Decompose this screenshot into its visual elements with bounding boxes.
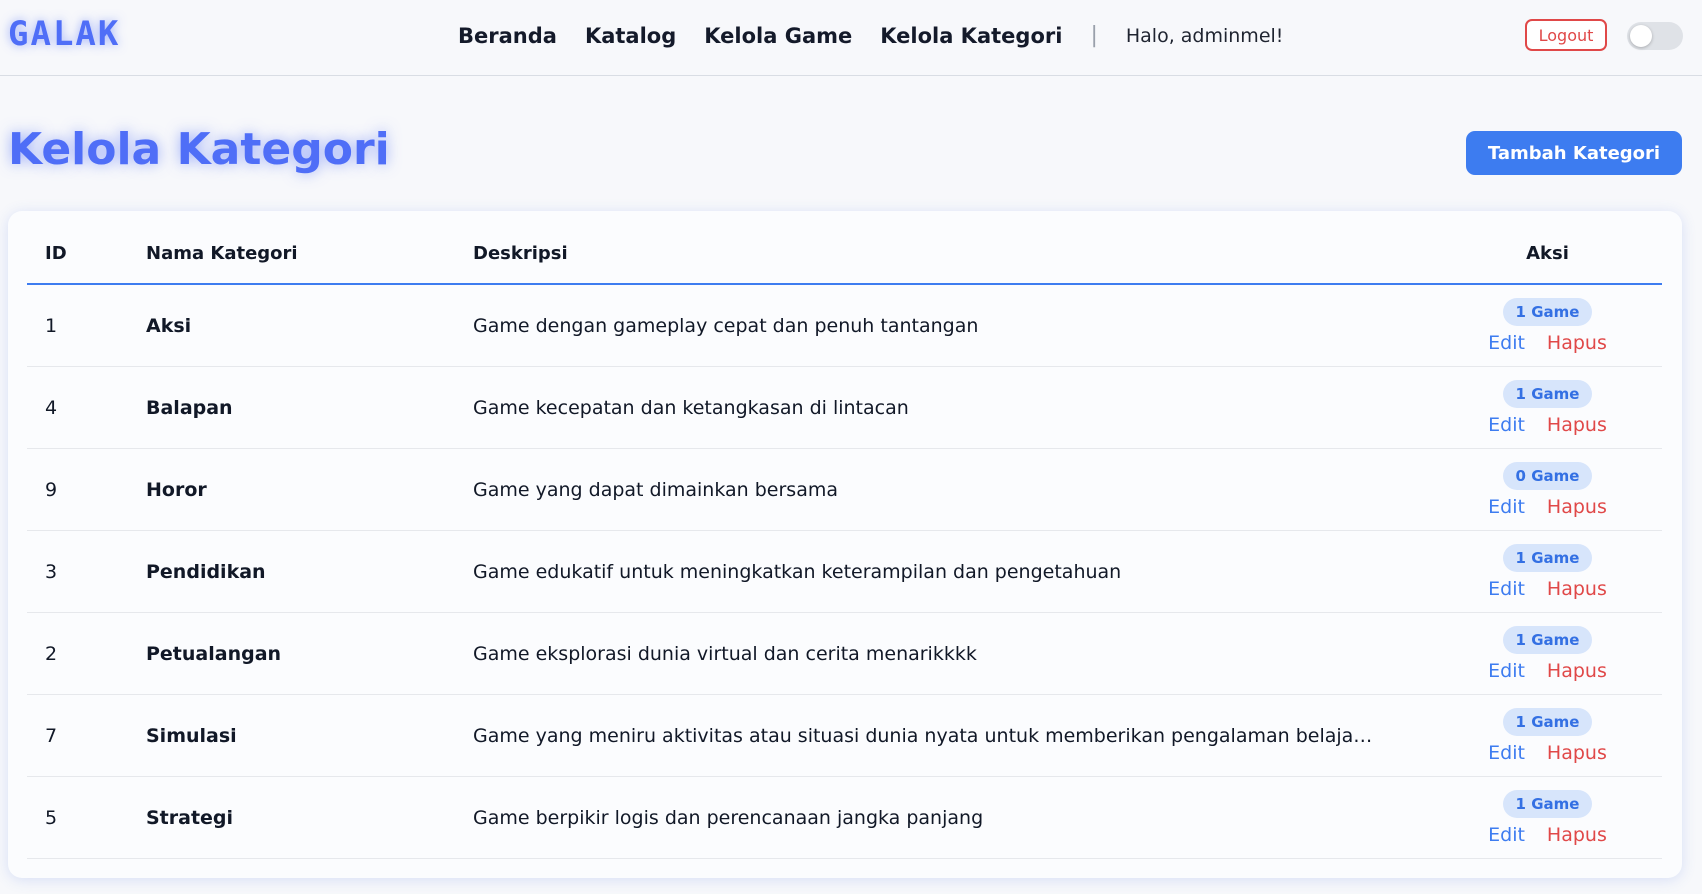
table-row: 7 Simulasi Game yang meniru aktivitas atau… [27, 694, 1662, 777]
navbar: GALAK Beranda Katalog Kelola Game Kelola… [0, 0, 1702, 76]
header-id: ID [27, 223, 146, 285]
edit-link[interactable]: Edit [1488, 496, 1525, 518]
row-id: 5 [27, 776, 146, 859]
header-actions: Aksi [1433, 223, 1662, 285]
row-actions: 1 Game Edit Hapus [1433, 612, 1662, 695]
edit-link[interactable]: Edit [1488, 332, 1525, 354]
table-row: 9 Horor Game yang dapat dimainkan bersama 0… [27, 448, 1662, 531]
row-name: Simulasi [146, 694, 473, 777]
action-links: Edit Hapus [1488, 742, 1607, 764]
row-name: Balapan [146, 366, 473, 449]
table-row: 1 Aksi Game dengan gameplay cepat dan penu… [27, 284, 1662, 367]
game-count-badge: 0 Game [1502, 461, 1593, 490]
action-links: Edit Hapus [1488, 496, 1607, 518]
nav-separator: | [1090, 23, 1098, 48]
action-links: Edit Hapus [1488, 660, 1607, 682]
game-count-badge: 1 Game [1502, 625, 1593, 654]
delete-link[interactable]: Hapus [1547, 824, 1607, 846]
edit-link[interactable]: Edit [1488, 824, 1525, 846]
edit-link[interactable]: Edit [1488, 414, 1525, 436]
action-links: Edit Hapus [1488, 578, 1607, 600]
row-description-cell: Game yang dapat dimainkan bersama [473, 448, 1433, 531]
row-description-cell: Game yang meniru aktivitas atau situasi … [473, 694, 1433, 777]
row-description: Game berpikir logis dan perencanaan jang… [473, 806, 984, 829]
delete-link[interactable]: Hapus [1547, 742, 1607, 764]
row-actions: 0 Game Edit Hapus [1433, 448, 1662, 531]
category-table-card: ID Nama Kategori Deskripsi Aksi 1 Aksi Gam… [8, 211, 1682, 878]
delete-link[interactable]: Hapus [1547, 578, 1607, 600]
actions-wrap: 1 Game Edit Hapus [1433, 543, 1662, 600]
logout-button[interactable]: Logout [1525, 19, 1607, 51]
delete-link[interactable]: Hapus [1547, 414, 1607, 436]
row-description: Game eksplorasi dunia virtual dan cerita… [473, 642, 977, 665]
delete-link[interactable]: Hapus [1547, 496, 1607, 518]
table-row: 5 Strategi Game berpikir logis dan perenca… [27, 776, 1662, 859]
actions-wrap: 1 Game Edit Hapus [1433, 789, 1662, 846]
row-id: 7 [27, 694, 146, 777]
row-id: 3 [27, 530, 146, 613]
table-row: 2 Petualangan Game eksplorasi dunia virtua… [27, 612, 1662, 695]
row-description: Game edukatif untuk meningkatkan keteram… [473, 560, 1122, 583]
game-count-badge: 1 Game [1502, 707, 1593, 736]
row-name: Horor [146, 448, 473, 531]
table-row: 4 Balapan Game kecepatan dan ketangkasan d… [27, 366, 1662, 449]
nav-kelola-game[interactable]: Kelola Game [704, 24, 852, 48]
delete-link[interactable]: Hapus [1547, 332, 1607, 354]
row-description: Game kecepatan dan ketangkasan di lintac… [473, 396, 909, 419]
row-id: 4 [27, 366, 146, 449]
greeting: Halo, adminmel! [1125, 24, 1284, 47]
edit-link[interactable]: Edit [1488, 660, 1525, 682]
row-description: Game yang meniru aktivitas atau situasi … [473, 724, 1373, 747]
table-row: 3 Pendidikan Game edukatif untuk meningkat… [27, 530, 1662, 613]
toggle-knob [1630, 25, 1652, 47]
row-id: 9 [27, 448, 146, 531]
row-description-cell: Game berpikir logis dan perencanaan jang… [473, 776, 1433, 859]
row-description: Game yang dapat dimainkan bersama [473, 478, 838, 501]
game-count-badge: 1 Game [1502, 789, 1593, 818]
nav-kelola-kategori[interactable]: Kelola Kategori [880, 24, 1062, 48]
category-table: ID Nama Kategori Deskripsi Aksi 1 Aksi Gam… [27, 223, 1662, 859]
delete-link[interactable]: Hapus [1547, 660, 1607, 682]
action-links: Edit Hapus [1488, 414, 1607, 436]
row-id: 1 [27, 284, 146, 367]
nav-katalog[interactable]: Katalog [585, 24, 676, 48]
table-header-row: ID Nama Kategori Deskripsi Aksi [27, 223, 1662, 285]
edit-link[interactable]: Edit [1488, 742, 1525, 764]
row-id: 2 [27, 612, 146, 695]
row-description-cell: Game edukatif untuk meningkatkan keteram… [473, 530, 1433, 613]
action-links: Edit Hapus [1488, 332, 1607, 354]
edit-link[interactable]: Edit [1488, 578, 1525, 600]
row-description-cell: Game dengan gameplay cepat dan penuh tan… [473, 284, 1433, 367]
game-count-badge: 1 Game [1502, 297, 1593, 326]
row-name: Aksi [146, 284, 473, 367]
theme-toggle[interactable] [1627, 22, 1683, 50]
logo[interactable]: GALAK [8, 14, 120, 54]
action-links: Edit Hapus [1488, 824, 1607, 846]
row-name: Petualangan [146, 612, 473, 695]
game-count-badge: 1 Game [1502, 379, 1593, 408]
actions-wrap: 0 Game Edit Hapus [1433, 461, 1662, 518]
actions-wrap: 1 Game Edit Hapus [1433, 379, 1662, 436]
table-body: 1 Aksi Game dengan gameplay cepat dan penu… [27, 284, 1662, 859]
nav-links: Beranda Katalog Kelola Game Kelola Kateg… [458, 23, 1283, 48]
row-description-cell: Game kecepatan dan ketangkasan di lintac… [473, 366, 1433, 449]
row-actions: 1 Game Edit Hapus [1433, 694, 1662, 777]
game-count-badge: 1 Game [1502, 543, 1593, 572]
row-name: Pendidikan [146, 530, 473, 613]
actions-wrap: 1 Game Edit Hapus [1433, 297, 1662, 354]
row-actions: 1 Game Edit Hapus [1433, 530, 1662, 613]
nav-beranda[interactable]: Beranda [458, 24, 557, 48]
row-actions: 1 Game Edit Hapus [1433, 776, 1662, 859]
add-category-button[interactable]: Tambah Kategori [1466, 131, 1682, 175]
row-actions: 1 Game Edit Hapus [1433, 284, 1662, 367]
actions-wrap: 1 Game Edit Hapus [1433, 707, 1662, 764]
row-description-cell: Game eksplorasi dunia virtual dan cerita… [473, 612, 1433, 695]
header-description: Deskripsi [473, 223, 1433, 285]
header-name: Nama Kategori [146, 223, 473, 285]
row-description: Game dengan gameplay cepat dan penuh tan… [473, 314, 979, 337]
row-name: Strategi [146, 776, 473, 859]
actions-wrap: 1 Game Edit Hapus [1433, 625, 1662, 682]
row-actions: 1 Game Edit Hapus [1433, 366, 1662, 449]
page-title: Kelola Kategori [8, 124, 390, 175]
